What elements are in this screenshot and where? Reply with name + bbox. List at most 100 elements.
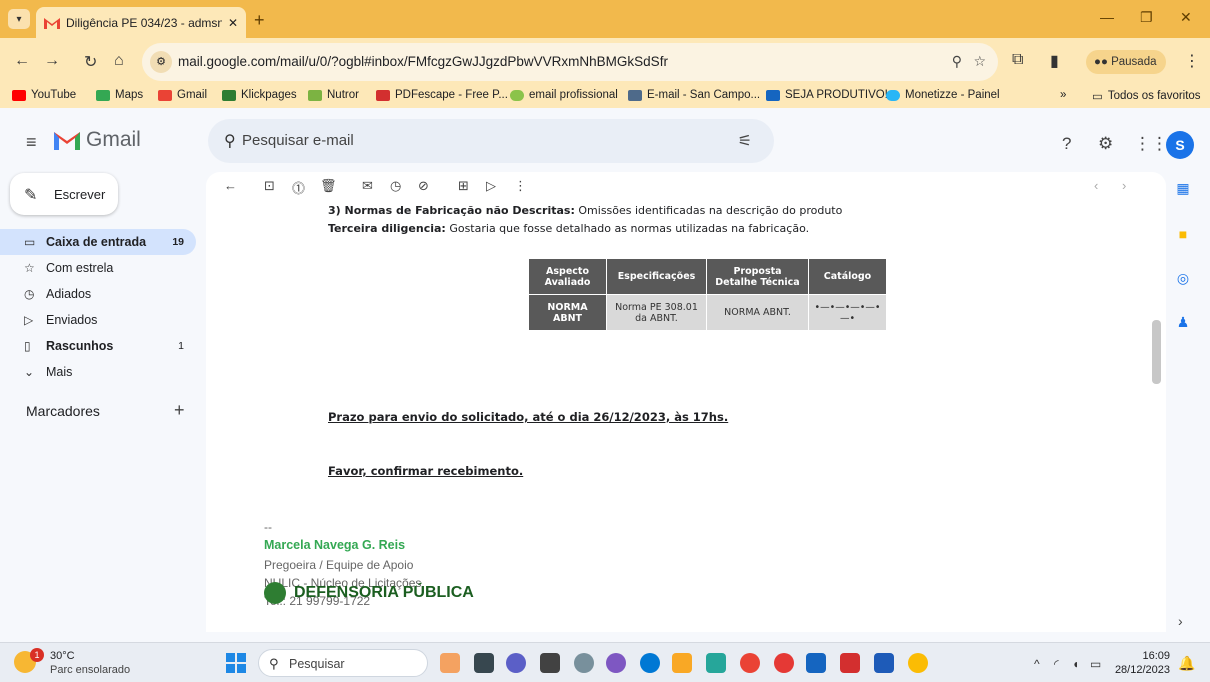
older-message-icon[interactable]: › [1122, 178, 1126, 193]
taskbar-app-explorer-icon[interactable] [672, 653, 692, 673]
home-icon[interactable]: ⌂ [114, 52, 124, 70]
address-bar[interactable]: ⚙ mail.google.com/mail/u/0/?ogbl#inbox/F… [142, 43, 998, 81]
taskbar-app-files-icon[interactable] [540, 653, 560, 673]
bookmark-nutror[interactable]: Nutror [308, 89, 359, 101]
taskbar-search[interactable]: ⚲ Pesquisar [258, 649, 428, 677]
taskbar-app-acrobat-icon[interactable] [840, 653, 860, 673]
bookmark-email-profissional[interactable]: email profissional [510, 89, 618, 101]
sidebar-item-drafts[interactable]: ▯ Rascunhos 1 [0, 333, 196, 359]
message-scrollbar[interactable] [1152, 320, 1161, 384]
apps-grid-icon[interactable]: ⋮⋮ [1134, 134, 1168, 154]
bookmark-maps[interactable]: Maps [96, 89, 143, 101]
minimize-button[interactable]: — [1100, 9, 1114, 25]
taskbar-app-widgets-icon[interactable] [474, 653, 494, 673]
taskbar-app-chrome-profile-icon[interactable] [908, 653, 928, 673]
tab-close-icon[interactable]: ✕ [228, 16, 238, 30]
bookmark-label: Todos os favoritos [1107, 90, 1201, 102]
extensions-icon[interactable]: ⧉ [1012, 51, 1023, 69]
all-bookmarks-folder[interactable]: ▭ Todos os favoritos [1092, 89, 1201, 103]
tray-chevron-up-icon[interactable]: ^ [1034, 657, 1040, 671]
bookmark-san-campo[interactable]: E-mail - San Campo... [628, 89, 760, 101]
volume-icon[interactable]: ◖ [1072, 657, 1079, 671]
tab-search-button[interactable]: ▾ [8, 9, 30, 29]
taskbar-app-word-icon[interactable] [874, 653, 894, 673]
inbox-icon: ▭ [24, 235, 36, 249]
sidebar-item-label: Mais [46, 365, 73, 379]
report-spam-icon[interactable]: ⓵ [292, 178, 305, 197]
contacts-icon[interactable]: ♟ [1174, 314, 1192, 330]
system-clock[interactable]: 16:09 28/12/2023 [1114, 649, 1170, 677]
deadline-text: Prazo para envio do solicitado, até o di… [328, 410, 729, 424]
calendar-icon[interactable]: ▦ [1174, 180, 1192, 196]
new-tab-button[interactable]: + [254, 10, 265, 31]
klickpages-icon [222, 89, 236, 101]
bookmark-pdfescape[interactable]: PDFescape - Free P... [376, 89, 508, 101]
bookmark-star-icon[interactable]: ☆ [973, 53, 986, 70]
newer-message-icon[interactable]: ‹ [1094, 178, 1098, 193]
label-icon[interactable]: ▷ [486, 178, 496, 194]
taskbar-app-opera-icon[interactable] [774, 653, 794, 673]
restore-button[interactable]: ❐ [1140, 9, 1153, 26]
sidebar-item-more[interactable]: ⌄ Mais [0, 359, 196, 385]
taskbar-app-edge-icon[interactable] [640, 653, 660, 673]
back-to-inbox-icon[interactable]: ← [224, 178, 237, 193]
sidebar-item-sent[interactable]: ▷ Enviados [0, 307, 196, 333]
gmail-logo[interactable]: Gmail [54, 128, 141, 152]
search-icon[interactable]: ⚲ [224, 131, 236, 151]
compose-button[interactable]: ✎ Escrever [10, 173, 118, 215]
browser-tab-active[interactable]: Diligência PE 034/23 - admsnd ✕ [36, 7, 246, 38]
sidebar-item-snoozed[interactable]: ◷ Adiados [0, 281, 196, 307]
taskbar-app-store-icon[interactable] [806, 653, 826, 673]
gmail-icon [158, 89, 172, 101]
site-info-icon[interactable]: ⚙ [150, 51, 172, 73]
bookmark-youtube[interactable]: YouTube [12, 89, 76, 101]
profile-button[interactable]: ●● Pausada [1086, 50, 1166, 74]
bookmark-gmail[interactable]: Gmail [158, 89, 207, 101]
taskbar-app-photos-icon[interactable] [606, 653, 626, 673]
move-to-icon[interactable]: ⊞ [458, 178, 469, 194]
mail-search-bar[interactable]: ⚲ Pesquisar e-mail ⚟ [208, 119, 774, 163]
help-icon[interactable]: ? [1062, 134, 1071, 154]
zoom-icon[interactable]: ⚲ [952, 53, 962, 70]
snooze-icon[interactable]: ◷ [390, 178, 401, 194]
show-side-panel-icon[interactable]: › [1178, 613, 1183, 629]
reload-icon[interactable]: ↻ [84, 52, 97, 72]
add-task-icon[interactable]: ⊘ [418, 178, 429, 194]
maps-icon [96, 89, 110, 101]
taskbar-app-settings-icon[interactable] [574, 653, 594, 673]
keep-icon[interactable]: ■ [1174, 226, 1192, 242]
tasks-icon[interactable]: ◎ [1174, 270, 1192, 286]
search-options-icon[interactable]: ⚟ [738, 131, 752, 151]
chrome-menu-icon[interactable]: ⋮ [1184, 51, 1200, 71]
more-bookmarks-button[interactable]: » [1060, 89, 1066, 101]
start-button[interactable] [226, 653, 246, 673]
sidebar-item-inbox[interactable]: ▭ Caixa de entrada 19 [0, 229, 196, 255]
more-bookmarks-icon: » [1060, 89, 1067, 101]
mark-unread-icon[interactable]: ✉ [362, 178, 373, 194]
taskbar-app-meet-icon[interactable] [506, 653, 526, 673]
table-header: Catálogo [808, 258, 887, 295]
notifications-bell-icon[interactable]: 🔔 [1178, 655, 1195, 672]
account-avatar[interactable]: S [1166, 131, 1194, 159]
taskbar-app-calendar-icon[interactable] [440, 653, 460, 673]
table-row: NORMA ABNT Norma PE 308.01 da ABNT. NORM… [528, 294, 887, 331]
bookmark-seja-produtivo[interactable]: SEJA PRODUTIVO! [766, 89, 888, 101]
gmail-favicon-icon [44, 17, 60, 29]
wifi-icon[interactable]: ◜ [1054, 657, 1059, 671]
back-icon[interactable]: ← [14, 52, 30, 70]
main-menu-icon[interactable]: ≡ [26, 132, 37, 153]
window-close-button[interactable]: ✕ [1180, 9, 1192, 26]
more-actions-icon[interactable]: ⋮ [514, 178, 527, 194]
side-panel-icon[interactable]: ▮ [1050, 51, 1059, 71]
battery-icon[interactable]: ▭ [1090, 657, 1101, 671]
taskbar-app-sheets-icon[interactable] [706, 653, 726, 673]
forward-icon[interactable]: → [44, 52, 60, 70]
delete-icon[interactable]: 🗑 [320, 178, 337, 194]
archive-icon[interactable]: ⊡ [264, 178, 275, 194]
settings-gear-icon[interactable]: ⚙ [1098, 134, 1113, 154]
bookmark-monetizze[interactable]: Monetizze - Painel [886, 89, 1000, 101]
bookmark-klickpages[interactable]: Klickpages [222, 89, 297, 101]
sidebar-item-starred[interactable]: ☆ Com estrela [0, 255, 196, 281]
taskbar-app-chrome-icon[interactable] [740, 653, 760, 673]
add-label-icon[interactable]: + [174, 400, 185, 421]
